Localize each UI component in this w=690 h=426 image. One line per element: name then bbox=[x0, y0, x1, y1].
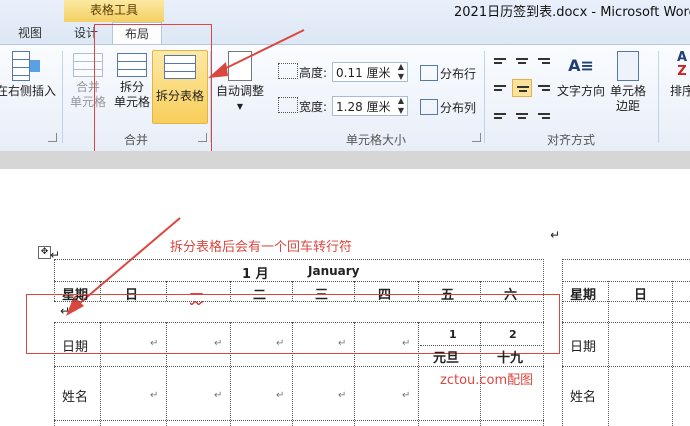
height-spinner[interactable]: ▲ ▼ bbox=[396, 62, 406, 82]
date-label: 日期 bbox=[62, 340, 89, 355]
right-name-label: 姓名 bbox=[570, 390, 597, 405]
day-2: 2 bbox=[509, 328, 517, 341]
day-1: 1 bbox=[449, 328, 457, 341]
dialog-launcher-icon[interactable] bbox=[48, 133, 57, 142]
align-bottom-center-icon[interactable] bbox=[512, 104, 532, 122]
column-divider bbox=[292, 281, 293, 301]
alignment-group-label: 对齐方式 bbox=[546, 133, 595, 147]
document-top-band bbox=[0, 151, 690, 169]
column-divider bbox=[354, 281, 355, 301]
row-divider bbox=[54, 420, 544, 421]
cell-paragraph-mark: ↵ bbox=[338, 338, 347, 349]
watermark-text: zctou.com配图 bbox=[440, 373, 534, 388]
column-divider bbox=[166, 281, 167, 301]
dialog-launcher-icon[interactable] bbox=[472, 133, 481, 142]
column-divider bbox=[672, 281, 673, 426]
window-title: 2021日历签到表.docx - Microsoft Word bbox=[454, 5, 690, 20]
align-bottom-left-icon[interactable] bbox=[490, 104, 510, 122]
row-divider bbox=[562, 281, 690, 282]
distribute-rows-icon bbox=[420, 65, 438, 81]
cell-paragraph-mark: ↵ bbox=[276, 390, 285, 401]
right-date-label: 日期 bbox=[570, 340, 597, 355]
column-divider bbox=[418, 281, 419, 301]
row-divider bbox=[562, 322, 690, 323]
cell-paragraph-mark: ↵ bbox=[150, 390, 159, 401]
cell-margins-label-1: 单元格 bbox=[609, 84, 646, 98]
holiday-2: 十九 bbox=[497, 351, 524, 366]
table2-left-border bbox=[54, 322, 55, 426]
column-divider bbox=[100, 281, 101, 301]
column-divider bbox=[230, 322, 231, 426]
align-middle-left-icon[interactable] bbox=[490, 79, 510, 97]
paragraph-mark: ↵ bbox=[550, 228, 561, 242]
column-divider bbox=[480, 281, 481, 301]
cell-paragraph-mark: ↵ bbox=[214, 390, 223, 401]
right-weekday-label: 星期 bbox=[570, 288, 597, 303]
insert-right-label: 在右侧插入 bbox=[0, 84, 57, 98]
group-separator bbox=[484, 51, 485, 143]
column-divider bbox=[166, 322, 167, 426]
align-top-left-icon[interactable] bbox=[490, 54, 510, 72]
column-divider bbox=[418, 322, 419, 426]
width-label: 宽度: bbox=[299, 100, 328, 114]
align-bottom-right-icon[interactable] bbox=[534, 104, 554, 122]
cell-paragraph-mark: ↵ bbox=[402, 390, 411, 401]
ribbon-highlight-box bbox=[94, 24, 212, 154]
distribute-columns-button[interactable]: 分布列 bbox=[440, 99, 476, 116]
cell-paragraph-mark: ↵ bbox=[402, 338, 411, 349]
sort-label: 排序 bbox=[669, 84, 690, 98]
holiday-1: 元旦 bbox=[433, 351, 460, 366]
column-divider bbox=[100, 322, 101, 426]
table-right-left bbox=[562, 259, 563, 426]
insert-right-icon bbox=[12, 51, 40, 81]
month-en: January bbox=[308, 264, 360, 278]
tab-view[interactable]: 视图 bbox=[8, 22, 52, 44]
cell-margins-button[interactable]: 单元格 边距 bbox=[606, 51, 650, 114]
cell-margins-icon bbox=[617, 51, 639, 81]
row-divider bbox=[420, 345, 544, 346]
row-divider bbox=[562, 366, 690, 367]
column-divider bbox=[354, 322, 355, 426]
table-tools-context-tab: 表格工具 bbox=[64, 0, 164, 22]
column-divider bbox=[292, 322, 293, 426]
cell-paragraph-mark: ↵ bbox=[338, 390, 347, 401]
width-spinner[interactable]: ▲ ▼ bbox=[396, 96, 406, 116]
text-direction-label: 文字方向 bbox=[556, 84, 605, 98]
annotation-text: 拆分表格后会有一个回车转行符 bbox=[170, 240, 353, 255]
distribute-rows-button[interactable]: 分布行 bbox=[440, 65, 476, 82]
table2-top-border bbox=[54, 322, 544, 323]
insert-right-button[interactable]: 在右侧插入 bbox=[0, 51, 56, 99]
group-separator bbox=[658, 51, 659, 143]
align-middle-right-icon[interactable] bbox=[534, 79, 554, 97]
cell-size-group-label: 单元格大小 bbox=[345, 133, 406, 147]
row-divider bbox=[54, 281, 544, 282]
align-top-right-icon[interactable] bbox=[534, 54, 554, 72]
autofit-label: 自动调整 bbox=[215, 84, 264, 98]
month-cn: 1 月 bbox=[242, 267, 269, 282]
align-top-center-icon[interactable] bbox=[512, 54, 532, 72]
cell-paragraph-mark: ↵ bbox=[276, 338, 285, 349]
cell-paragraph-mark: ↵ bbox=[150, 338, 159, 349]
arrow-to-split-table bbox=[208, 29, 305, 78]
right-weekday-sun: 日 bbox=[634, 288, 648, 303]
row-divider bbox=[54, 366, 544, 367]
align-middle-center-icon[interactable] bbox=[512, 79, 532, 97]
distribute-columns-icon bbox=[420, 99, 438, 115]
group-separator bbox=[62, 51, 63, 143]
name-label: 姓名 bbox=[62, 390, 89, 405]
text-direction-icon: A≡ bbox=[568, 56, 594, 75]
cell-paragraph-mark: ↵ bbox=[214, 338, 223, 349]
sort-button[interactable]: AZ 排序 bbox=[662, 51, 690, 99]
column-divider bbox=[230, 281, 231, 301]
cell-margins-label-2: 边距 bbox=[615, 99, 640, 113]
table-top-border bbox=[54, 259, 544, 261]
text-direction-button[interactable]: A≡ 文字方向 bbox=[556, 51, 606, 99]
chevron-down-icon: ▼ bbox=[236, 102, 244, 111]
table-right-top bbox=[562, 259, 690, 260]
column-width-icon bbox=[278, 97, 298, 113]
column-divider bbox=[608, 281, 609, 426]
sort-az-icon: AZ bbox=[676, 50, 688, 79]
